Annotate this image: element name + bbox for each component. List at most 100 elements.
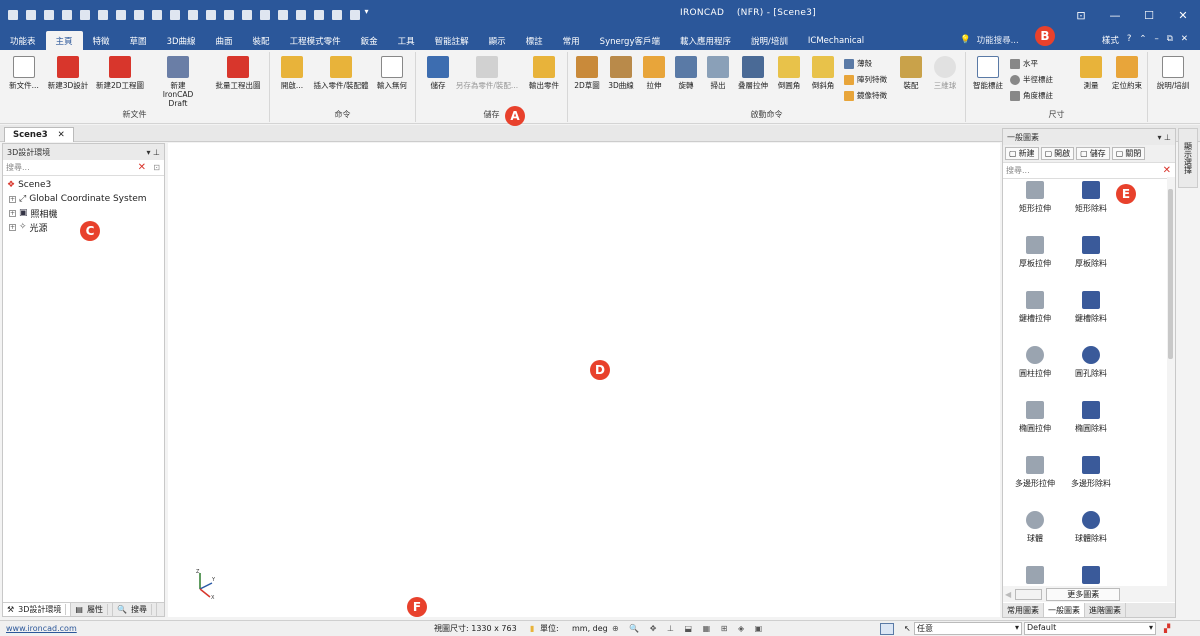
help-training-button[interactable]: 說明/培訓 — [1152, 56, 1194, 90]
tab-general-elements[interactable]: 一般圖素 — [1044, 603, 1085, 617]
tab-15[interactable]: 載入應用程序 — [670, 31, 741, 50]
catalog-item[interactable]: 厚板除料 — [1063, 236, 1119, 269]
tab-7[interactable]: 工程模式零件 — [280, 31, 351, 50]
pattern-button[interactable]: 陣列特徵 — [844, 74, 887, 85]
tab-16[interactable]: 說明/培訓 — [741, 31, 798, 50]
tree-item-gcs[interactable]: + ⤢ Global Coordinate System — [3, 192, 164, 206]
doc-tab-scene3[interactable]: Scene3 ✕ — [4, 127, 74, 142]
catalog-open-button[interactable]: ▢ 開啟 — [1040, 147, 1075, 160]
revolve-button[interactable]: 旋轉 — [670, 56, 702, 90]
scene-search-input[interactable]: 搜尋... ✕ ⊡ — [3, 160, 164, 176]
tab-17[interactable]: ICMechanical — [798, 31, 874, 50]
save-icon[interactable] — [134, 10, 144, 20]
sweep-button[interactable]: 掃出 — [702, 56, 734, 90]
catalog-item[interactable]: 多邊形拉伸 — [1007, 456, 1063, 489]
clear-catalog-search-icon[interactable]: ✕ — [1163, 165, 1171, 176]
folder-icon[interactable] — [116, 10, 126, 20]
assembly-button[interactable]: 裝配 — [894, 56, 928, 90]
tab-5[interactable]: 曲面 — [206, 31, 243, 50]
catalog-item[interactable]: 45度旋轉除 — [1063, 566, 1119, 587]
redo-icon[interactable] — [242, 10, 252, 20]
new-file-button[interactable]: 新文件... — [4, 56, 44, 90]
insert-part-button[interactable]: 插入零件/裝配體 — [310, 56, 372, 90]
filter-icon[interactable]: ⊡ — [153, 163, 160, 172]
doc-minimize-icon[interactable]: – — [1155, 34, 1159, 46]
print-icon[interactable] — [188, 10, 198, 20]
tab-14[interactable]: Synergy客戶端 — [590, 31, 670, 50]
horizontal-dim-button[interactable]: 水平 — [1010, 58, 1038, 69]
layout-icon[interactable]: ▞ — [1164, 624, 1170, 633]
catalog-item[interactable]: 矩形拉伸 — [1007, 181, 1063, 214]
tab-9[interactable]: 工具 — [388, 31, 425, 50]
catalog-item[interactable]: 厚板拉伸 — [1007, 236, 1063, 269]
tab-12[interactable]: 標註 — [516, 31, 553, 50]
import-geometry-button[interactable]: 輸入無何 — [372, 56, 412, 90]
car-icon[interactable] — [206, 10, 216, 20]
catalog-item[interactable]: 球體除料 — [1063, 511, 1119, 544]
new-2d-drawing-button[interactable]: 新建2D工程圖 — [96, 56, 144, 90]
save-as-part-button[interactable]: 另存為零件/裝配... — [454, 56, 520, 90]
tree-item-scene[interactable]: ❖ Scene3 — [3, 178, 164, 192]
tab-advanced-elements[interactable]: 進階圖素 — [1085, 603, 1126, 617]
expand-icon[interactable]: + — [9, 195, 16, 203]
catalog-item[interactable]: 橢圓拉伸 — [1007, 401, 1063, 434]
triball-icon[interactable] — [278, 10, 288, 20]
tab-3d-design[interactable]: ⚒ 3D設計環境 — [3, 603, 72, 616]
chamfer-button[interactable]: 倒斜角 — [806, 56, 840, 90]
ribbon-collapse-icon[interactable]: ⌃ — [1139, 34, 1146, 46]
catalog-item[interactable]: 橢圓除料 — [1063, 401, 1119, 434]
style-dropdown[interactable]: Default ▾ — [1024, 622, 1156, 635]
curve-3d-button[interactable]: 3D曲線 — [604, 56, 638, 90]
catalog-item[interactable]: 矩形除料 — [1063, 181, 1119, 214]
website-link[interactable]: www.ironcad.com — [6, 624, 77, 633]
layers-icon[interactable] — [332, 10, 342, 20]
measure-button[interactable]: 測量 — [1074, 56, 1108, 90]
close-icon[interactable]: ✕ — [1166, 0, 1200, 30]
catalog-scrollbar[interactable] — [1167, 177, 1175, 587]
chart-icon[interactable] — [314, 10, 324, 20]
new-3d-design-button[interactable]: 新建3D設計 — [48, 56, 88, 90]
tab-common-elements[interactable]: 常用圖素 — [1003, 603, 1044, 617]
more-elements-button[interactable]: 更多圖素 — [1046, 587, 1121, 601]
batch-drawing-button[interactable]: 批量工程出圖 — [214, 56, 262, 90]
tab-3[interactable]: 草圖 — [120, 31, 157, 50]
open-icon[interactable] — [98, 10, 108, 20]
doc-icon[interactable] — [296, 10, 306, 20]
selection-filter-dropdown[interactable]: 任意 ▾ — [914, 622, 1022, 635]
tab-13[interactable]: 常用 — [553, 31, 590, 50]
new-file-icon[interactable] — [26, 10, 36, 20]
save-button[interactable]: 儲存 — [418, 56, 458, 90]
shell-button[interactable]: 薄殼 — [844, 58, 872, 69]
minimize-icon[interactable]: — — [1098, 0, 1132, 30]
app-icon[interactable] — [8, 10, 18, 20]
export-part-button[interactable]: 輸出零件 — [524, 56, 564, 90]
loft-button[interactable]: 叠層拉伸 — [734, 56, 772, 90]
catalog-close-button[interactable]: ▢ 關閉 — [1111, 147, 1146, 160]
tab-properties[interactable]: ▤ 屬性 — [71, 603, 113, 616]
view-tools[interactable]: ⊕ 🔍 ✥ ⊥ ⬓ ▦ ⊞ ◈ ▣ — [612, 624, 766, 633]
catalog-item[interactable]: 圓柱拉伸 — [1007, 346, 1063, 379]
sketch-2d-button[interactable]: 2D草圖 — [570, 56, 604, 90]
style-menu[interactable]: 樣式 — [1102, 34, 1119, 46]
mirror-button[interactable]: 鏡像特徵 — [844, 90, 887, 101]
feature-search[interactable]: 💡 功能搜尋... — [960, 34, 1019, 46]
maximize-icon[interactable]: ☐ — [1132, 0, 1166, 30]
ribbon-display-icon[interactable]: ⊡ — [1064, 0, 1098, 30]
expand-icon[interactable]: + — [9, 223, 16, 231]
catalog-item[interactable]: 多邊形除料 — [1063, 456, 1119, 489]
open-button[interactable]: 開啟... — [272, 56, 312, 90]
catalog-item[interactable]: 鍵槽拉伸 — [1007, 291, 1063, 324]
smart-dimension-button[interactable]: 智能標註 — [970, 56, 1006, 90]
tree-item-camera[interactable]: + ▣ 照相機 — [3, 206, 164, 220]
tab-4[interactable]: 3D曲線 — [157, 31, 206, 50]
select-tool-icon[interactable] — [880, 623, 894, 635]
doc-restore-icon[interactable]: ⧉ — [1167, 34, 1173, 46]
new-drawing-icon[interactable] — [62, 10, 72, 20]
3d-viewport[interactable]: Z Y X — [168, 143, 1000, 617]
save-as-icon[interactable] — [152, 10, 162, 20]
new-ironcad-draft-button[interactable]: 新建IronCAD Draft — [158, 56, 198, 108]
position-constraint-button[interactable]: 定位約束 — [1108, 56, 1146, 90]
triball-button[interactable]: 三維球 — [928, 56, 962, 90]
tab-11[interactable]: 顯示 — [479, 31, 516, 50]
window-icon[interactable] — [350, 10, 360, 20]
